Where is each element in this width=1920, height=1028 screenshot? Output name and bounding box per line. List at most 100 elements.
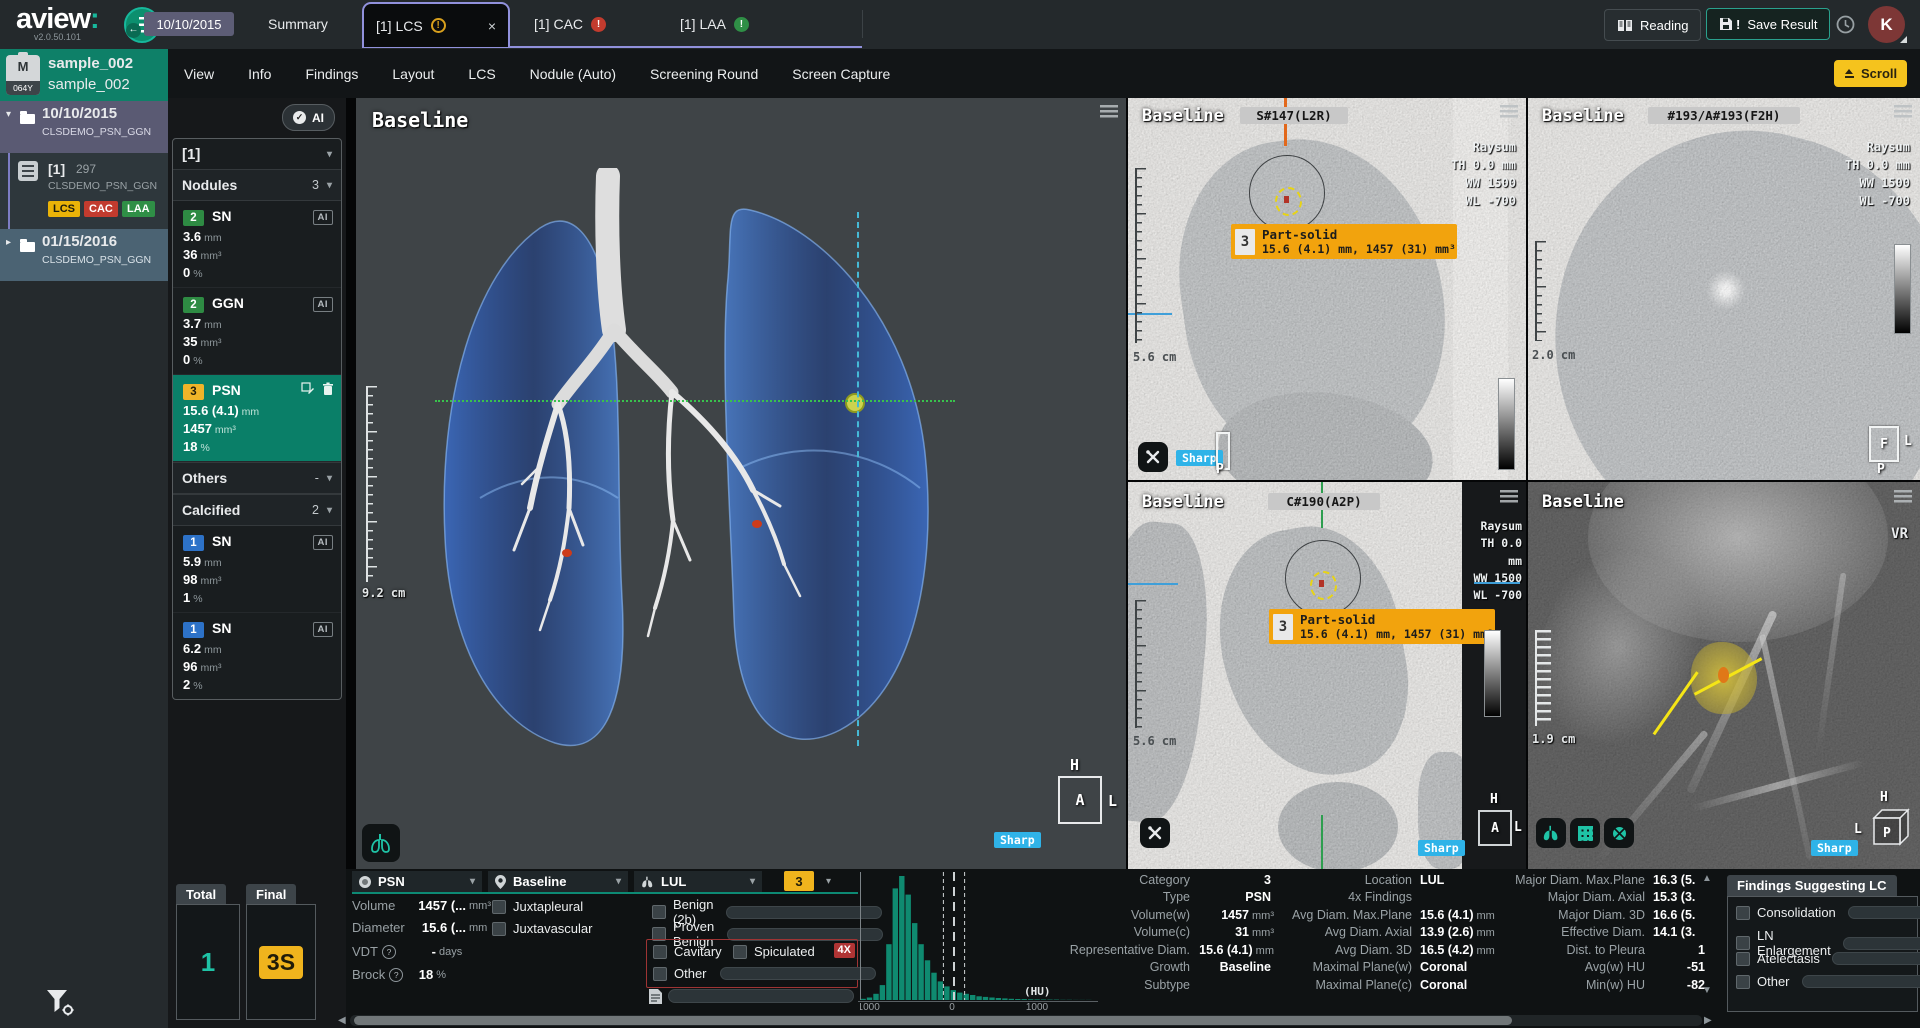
lung-view-button[interactable]	[1536, 818, 1566, 848]
avatar[interactable]: K	[1868, 6, 1905, 43]
edit-nodule-icon[interactable]	[301, 382, 315, 399]
nodule-select[interactable]: PSN ▾	[352, 871, 482, 892]
history-clock-icon[interactable]	[1836, 15, 1855, 34]
orientation-cube[interactable]: A	[1058, 776, 1102, 824]
viewport-axial-zoom[interactable]: Baseline #193/A#193(F2H) Raysum TH 0.0 m…	[1528, 98, 1920, 480]
nodule-item-psn-selected[interactable]: 3PSN 15.6 (4.1)mm 1457mm³ 18%	[173, 375, 341, 462]
nodule-annotation-label[interactable]: 3 Part-solid 15.6 (4.1) mm, 1457 (31) mm…	[1269, 609, 1495, 644]
study-item-2015[interactable]: ▾ 10/10/2015 CLSDEMO_PSN_GGN	[0, 101, 168, 153]
viewport-menu-icon[interactable]	[1500, 105, 1518, 118]
badge-laa[interactable]: LAA	[122, 201, 155, 217]
checkbox[interactable]	[733, 945, 747, 959]
badge-cac[interactable]: CAC	[84, 201, 118, 217]
check-spiculated[interactable]: Spiculated	[733, 944, 815, 959]
adjust-tools-button[interactable]	[1140, 818, 1170, 848]
study-date-badge[interactable]: 10/10/2015	[144, 12, 234, 36]
note-input[interactable]	[668, 989, 854, 1003]
location-select[interactable]: LUL ▾	[634, 871, 762, 892]
nodule-group-header[interactable]: [1] ▾	[173, 139, 341, 169]
ln-enlargement-input[interactable]	[1843, 937, 1920, 950]
menu-nodule-auto[interactable]: Nodule (Auto)	[530, 66, 616, 82]
viewport-3d-main[interactable]: Baseline 9.2 cm H A L Sharp	[356, 98, 1126, 869]
save-result-button[interactable]: ! Save Result	[1706, 8, 1830, 40]
checkbox[interactable]	[653, 967, 667, 981]
check-other-lc[interactable]: Other	[1736, 974, 1908, 989]
lung-3d-render[interactable]	[420, 168, 980, 768]
checkbox[interactable]	[652, 905, 666, 919]
viewport-menu-icon[interactable]	[1894, 105, 1912, 118]
note-icon[interactable]	[648, 988, 663, 1005]
checkbox[interactable]	[653, 945, 667, 959]
sharp-kernel-badge[interactable]: Sharp	[1811, 840, 1858, 856]
sharp-kernel-badge[interactable]: Sharp	[994, 832, 1041, 848]
nodule-item-sn2[interactable]: 2SN AI 3.6mm 36mm³ 0%	[173, 201, 341, 288]
checkbox[interactable]	[1736, 906, 1750, 920]
checkbox[interactable]	[1736, 952, 1750, 966]
section-nodules[interactable]: Nodules 3 ▾	[173, 169, 341, 201]
scroll-left-icon[interactable]: ◀	[338, 1015, 346, 1026]
nodule-3d-marker[interactable]	[846, 394, 864, 412]
grayscale-ramp[interactable]	[1894, 244, 1911, 334]
help-icon[interactable]: ?	[389, 968, 403, 982]
menu-layout[interactable]: Layout	[392, 66, 434, 82]
other-finding-input[interactable]	[720, 967, 876, 980]
tab-lcs[interactable]: [1] LCS ! ×	[362, 2, 510, 47]
check-juxtapleural[interactable]: Juxtapleural	[492, 899, 583, 914]
tab-summary[interactable]: Summary	[268, 16, 328, 32]
reading-button[interactable]: Reading	[1604, 9, 1701, 41]
consolidation-input[interactable]	[1848, 906, 1920, 919]
orientation-cube[interactable]: P	[1866, 804, 1912, 850]
viewport-menu-icon[interactable]	[1100, 105, 1118, 118]
menu-screening-round[interactable]: Screening Round	[650, 66, 758, 82]
chevron-down-icon[interactable]: ▾	[826, 876, 831, 887]
check-other-finding[interactable]: Other	[653, 966, 851, 981]
nodule-red-marker[interactable]	[752, 520, 762, 528]
checkbox[interactable]	[492, 922, 506, 936]
menu-view[interactable]: View	[184, 66, 214, 82]
delete-nodule-icon[interactable]	[322, 382, 334, 399]
nodule-item-ggn[interactable]: 2GGN AI 3.7mm 35mm³ 0%	[173, 288, 341, 375]
section-calcified[interactable]: Calcified 2 ▾	[173, 494, 341, 526]
check-cavitary[interactable]: Cavitary	[653, 944, 722, 959]
scroll-down-icon[interactable]: ▼	[1702, 985, 1712, 996]
scrollbar-thumb[interactable]	[354, 1016, 1512, 1025]
viewport-vr[interactable]: Baseline VR 1.9 cm Sharp H L P	[1528, 482, 1920, 869]
badge-lcs[interactable]: LCS	[48, 201, 80, 217]
tab-laa[interactable]: [1] LAA !	[668, 8, 761, 40]
study-item-2016[interactable]: ▸ 01/15/2016 CLSDEMO_PSN_GGN	[0, 229, 168, 281]
check-consolidation[interactable]: Consolidation	[1736, 905, 1908, 920]
nodule-annotation-label[interactable]: 3 Part-solid 15.6 (4.1) mm, 1457 (31) mm…	[1231, 224, 1457, 259]
viewport-sagittal[interactable]: Baseline S#147(L2R) Raysum TH 0.0 mm WW …	[1128, 98, 1526, 480]
timepoint-select[interactable]: Baseline ▾	[488, 871, 628, 892]
viewport-coronal[interactable]: Baseline C#190(A2P) Raysum TH 0.0 mm WW …	[1128, 482, 1526, 869]
checkbox[interactable]	[492, 900, 506, 914]
scroll-right-icon[interactable]: ▶	[1704, 1015, 1712, 1026]
check-juxtavascular[interactable]: Juxtavascular	[492, 921, 592, 936]
viewport-menu-icon[interactable]	[1894, 490, 1912, 503]
grid-view-button[interactable]	[1570, 818, 1600, 848]
other-lc-input[interactable]	[1802, 975, 1920, 988]
orientation-cube[interactable]: A	[1478, 810, 1512, 846]
menu-screen-capture[interactable]: Screen Capture	[792, 66, 890, 82]
menu-findings[interactable]: Findings	[305, 66, 358, 82]
ai-toggle-button[interactable]: ✓ AI	[282, 104, 335, 131]
help-icon[interactable]: ?	[382, 945, 396, 959]
sharp-kernel-badge[interactable]: Sharp	[1418, 840, 1465, 856]
viewport-menu-icon[interactable]	[1500, 490, 1518, 503]
grayscale-ramp[interactable]	[1498, 378, 1515, 470]
series-item[interactable]: [1] 297 CLSDEMO_PSN_GGN LCS CAC LAA	[0, 153, 168, 229]
patient-card[interactable]: M 064Y sample_002 sample_002	[0, 49, 168, 101]
section-others[interactable]: Others - ▾	[173, 462, 341, 494]
orientation-cube[interactable]: F	[1869, 426, 1899, 462]
menu-info[interactable]: Info	[248, 66, 271, 82]
close-icon[interactable]: ×	[488, 18, 496, 34]
scroll-button[interactable]: Scroll	[1834, 60, 1907, 87]
horizontal-scrollbar[interactable]	[350, 1015, 1702, 1026]
grayscale-ramp[interactable]	[1484, 630, 1501, 717]
atelectasis-input[interactable]	[1832, 952, 1920, 965]
tab-cac[interactable]: [1] CAC !	[522, 8, 618, 40]
check-atelectasis[interactable]: Atelectasis	[1736, 951, 1908, 966]
calcified-item-2[interactable]: 1SN AI 6.2mm 96mm³ 2%	[173, 613, 341, 699]
scroll-up-icon[interactable]: ▲	[1702, 873, 1712, 884]
nodule-count-badge[interactable]: 3	[784, 871, 814, 891]
